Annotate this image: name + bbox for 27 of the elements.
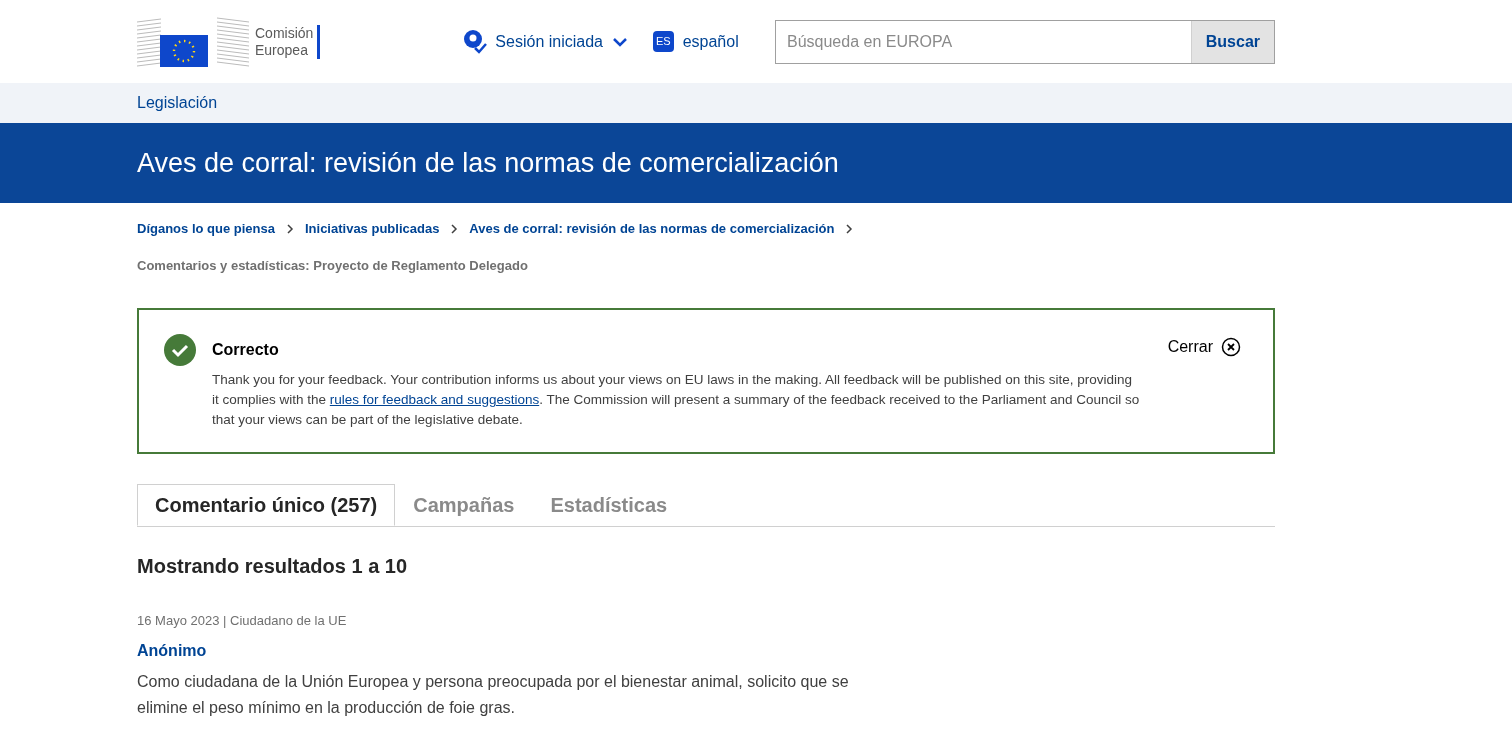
chevron-right-icon (284, 223, 295, 234)
close-button[interactable]: Cerrar (1167, 335, 1241, 359)
feedback-text: Como ciudadana de la Unión Europea y persona preocupada por el bienestar animal, solicito que se elimine el peso mínimo en la producción de foie gras. (137, 671, 850, 718)
author-link[interactable]: Anónimo (137, 638, 1275, 663)
chevron-down-icon (613, 36, 627, 47)
results-heading: Mostrando resultados 1 a 10 (137, 554, 409, 579)
search-field[interactable]: Búsqueda en EUROPA Buscar (775, 19, 1275, 64)
check-circle-icon (164, 334, 196, 366)
message-text: Thank you for your feedback. Your contribution informs us about your views on EU laws in the making. All feedback will be published on this site, providing it complies with the rules for feedback and suggestions. The Commission will present a summary of the feedback received to the Parliament and Council so that your views can be part of the legislative debate. (212, 371, 1141, 429)
language-code-badge: ES (653, 31, 674, 52)
chevron-right-icon (449, 223, 460, 234)
breadcrumb-link[interactable]: Aves de corral: revisión de las normas de comercialización (469, 219, 835, 239)
user-check-icon (463, 29, 488, 54)
message-title: Correcto (212, 340, 280, 360)
tab[interactable]: Comentario único (257) (137, 484, 396, 526)
chevron-right-icon (844, 223, 855, 234)
search-button[interactable]: Buscar (1190, 20, 1274, 63)
breadcrumb-link[interactable]: Iniciativas publicadas (304, 219, 440, 239)
feedback-meta: 16 Mayo 2023 | Ciudadano de la UE (137, 612, 348, 630)
breadcrumb-link[interactable]: Díganos lo que piensa (137, 219, 275, 239)
user-menu-button[interactable]: Sesión iniciada (463, 29, 627, 54)
site-nav-link[interactable]: Legislación (137, 91, 218, 115)
logo-text: Comisión Europea (255, 24, 321, 59)
page-title: Aves de corral: revisión de las normas de comercialización (137, 146, 839, 180)
language-button[interactable]: ES español (653, 29, 739, 54)
close-icon (1221, 337, 1241, 357)
current-page-label: Comentarios y estadísticas: Proyecto de Reglamento Delegado (137, 256, 529, 275)
